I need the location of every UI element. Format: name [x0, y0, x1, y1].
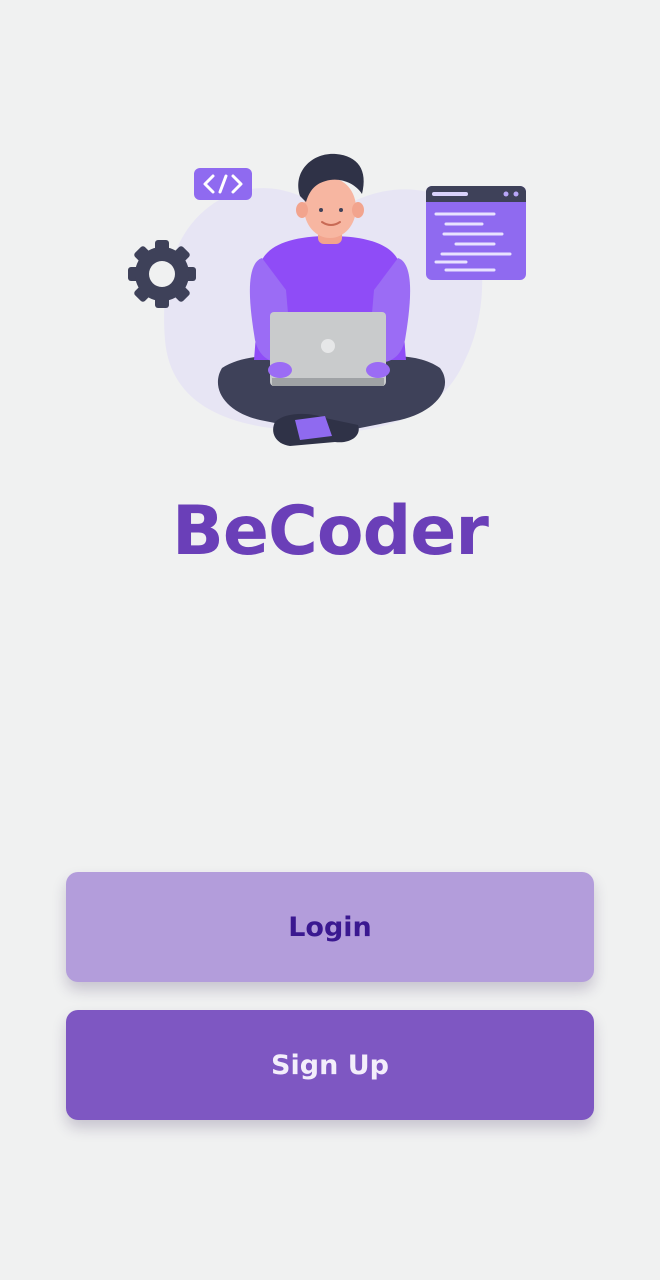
hero-illustration	[110, 140, 550, 470]
gear-icon	[128, 240, 196, 308]
welcome-screen: BeCoder Login Sign Up	[0, 0, 660, 1280]
code-window-icon	[426, 186, 526, 280]
login-button[interactable]: Login	[66, 872, 594, 982]
app-title: BeCoder	[172, 492, 489, 571]
signup-button[interactable]: Sign Up	[66, 1010, 594, 1120]
code-tag-icon	[194, 168, 252, 200]
